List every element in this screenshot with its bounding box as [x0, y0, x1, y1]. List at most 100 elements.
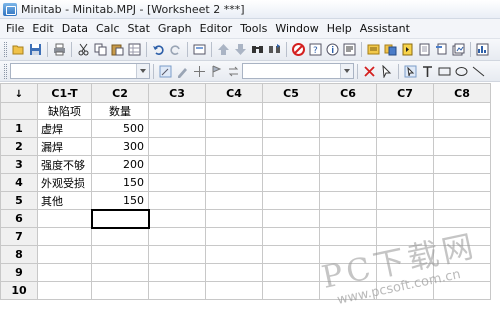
- info-icon[interactable]: [326, 43, 339, 56]
- menu-help[interactable]: Help: [323, 22, 356, 35]
- cell-c1[interactable]: 强度不够: [37, 155, 92, 174]
- row-header[interactable]: 5: [0, 191, 38, 210]
- report-pad-icon[interactable]: [401, 43, 414, 56]
- cell-c3[interactable]: [148, 119, 206, 138]
- session-window-icon[interactable]: [343, 43, 356, 56]
- cell-c6[interactable]: [319, 155, 377, 174]
- cell-c7[interactable]: [376, 119, 434, 138]
- cell-c7[interactable]: [376, 263, 434, 282]
- cell-c7[interactable]: [376, 245, 434, 264]
- cell-c5[interactable]: [262, 191, 320, 210]
- print-icon[interactable]: [53, 43, 66, 56]
- menu-data[interactable]: Data: [58, 22, 92, 35]
- cell-c8[interactable]: [433, 155, 491, 174]
- combo-arrow-icon[interactable]: [136, 64, 149, 78]
- menu-assistant[interactable]: Assistant: [356, 22, 414, 35]
- ellipse-tool-icon[interactable]: [455, 65, 468, 78]
- combo-arrow-icon[interactable]: [340, 64, 353, 78]
- column-header-c6[interactable]: C6: [319, 83, 377, 103]
- menu-window[interactable]: Window: [271, 22, 322, 35]
- cell-c3[interactable]: [148, 227, 206, 246]
- text-tool-icon[interactable]: [421, 65, 434, 78]
- row-header[interactable]: 6: [0, 209, 38, 228]
- cell-c4[interactable]: [205, 281, 263, 300]
- project-manager-icon[interactable]: [384, 43, 397, 56]
- tile-icon[interactable]: [435, 43, 448, 56]
- cell-c2[interactable]: 150: [91, 173, 149, 192]
- cell-c7[interactable]: [376, 137, 434, 156]
- cell-c3[interactable]: [148, 209, 206, 228]
- column-header-c8[interactable]: C8: [433, 83, 491, 103]
- column-name-c6[interactable]: [319, 102, 377, 120]
- cell-c1[interactable]: [37, 227, 92, 246]
- new-worksheet-icon[interactable]: [418, 43, 431, 56]
- column-header-c4[interactable]: C4: [205, 83, 263, 103]
- cell-c8[interactable]: [433, 137, 491, 156]
- entry-direction-icon[interactable]: ↓: [15, 89, 23, 100]
- cell-c5[interactable]: [262, 119, 320, 138]
- cell-c5[interactable]: [262, 245, 320, 264]
- cell-c4[interactable]: [205, 209, 263, 228]
- close-all-graphs-icon[interactable]: [452, 43, 465, 56]
- row-header[interactable]: 1: [0, 119, 38, 138]
- cell-c1[interactable]: 其他: [37, 191, 92, 210]
- cell-c2[interactable]: 200: [91, 155, 149, 174]
- menu-tools[interactable]: Tools: [236, 22, 271, 35]
- move-down-icon[interactable]: [234, 43, 247, 56]
- cell-c7[interactable]: [376, 173, 434, 192]
- cell-c4[interactable]: [205, 263, 263, 282]
- cell-c4[interactable]: [205, 137, 263, 156]
- column-name-c3[interactable]: [148, 102, 206, 120]
- cell-c8[interactable]: [433, 227, 491, 246]
- cell-c8[interactable]: [433, 209, 491, 228]
- menu-calc[interactable]: Calc: [92, 22, 124, 35]
- select-tool-icon[interactable]: [404, 65, 417, 78]
- cell-c7[interactable]: [376, 281, 434, 300]
- menu-stat[interactable]: Stat: [124, 22, 154, 35]
- cell-c3[interactable]: [148, 281, 206, 300]
- cell-c6[interactable]: [319, 173, 377, 192]
- cell-c1[interactable]: [37, 263, 92, 282]
- cell-c5[interactable]: [262, 263, 320, 282]
- column-name-c2[interactable]: 数量: [91, 102, 149, 120]
- cell-c8[interactable]: [433, 119, 491, 138]
- cell-c2[interactable]: [91, 227, 149, 246]
- copy-icon[interactable]: [94, 43, 107, 56]
- cell-c5[interactable]: [262, 227, 320, 246]
- graph-icon[interactable]: [476, 43, 489, 56]
- cell-c2[interactable]: 500: [91, 119, 149, 138]
- cell-c4[interactable]: [205, 119, 263, 138]
- row-header[interactable]: 9: [0, 263, 38, 282]
- row-header[interactable]: 8: [0, 245, 38, 264]
- crosshair-icon[interactable]: [193, 65, 206, 78]
- cell-c5[interactable]: [262, 173, 320, 192]
- column-name-c1[interactable]: 缺陷项: [37, 102, 92, 120]
- menu-editor[interactable]: Editor: [196, 22, 237, 35]
- active-cell[interactable]: [90, 208, 150, 229]
- row-header[interactable]: 4: [0, 173, 38, 192]
- column-header-c5[interactable]: C5: [262, 83, 320, 103]
- cell-c1[interactable]: [37, 245, 92, 264]
- undo-icon[interactable]: [152, 43, 165, 56]
- cell-c4[interactable]: [205, 227, 263, 246]
- column-name-c7[interactable]: [376, 102, 434, 120]
- find-next-icon[interactable]: [268, 43, 281, 56]
- column-name-c8[interactable]: [433, 102, 491, 120]
- column-name-c5[interactable]: [262, 102, 320, 120]
- cell-c3[interactable]: [148, 263, 206, 282]
- cell-c7[interactable]: [376, 209, 434, 228]
- cell-c4[interactable]: [205, 191, 263, 210]
- menu-graph[interactable]: Graph: [154, 22, 196, 35]
- cell-c6[interactable]: [319, 227, 377, 246]
- cell-c6[interactable]: [319, 137, 377, 156]
- row-header[interactable]: 3: [0, 155, 38, 174]
- cell-c3[interactable]: [148, 245, 206, 264]
- cell-c7[interactable]: [376, 227, 434, 246]
- select-icon[interactable]: [380, 64, 393, 78]
- brush-icon[interactable]: [159, 65, 172, 78]
- pen-icon[interactable]: [176, 65, 189, 78]
- cell-c5[interactable]: [262, 137, 320, 156]
- save-icon[interactable]: [29, 43, 42, 56]
- cell-c8[interactable]: [433, 245, 491, 264]
- insert-cells-icon[interactable]: [128, 43, 141, 56]
